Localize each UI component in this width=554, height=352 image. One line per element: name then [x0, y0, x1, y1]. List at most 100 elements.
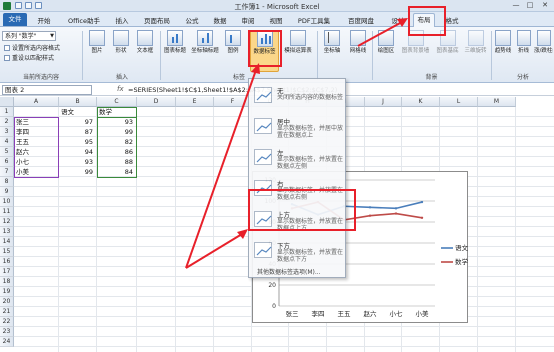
- menu-more-options[interactable]: 其他数据标签选项(M)...: [257, 267, 321, 276]
- row-header[interactable]: 9: [0, 187, 14, 197]
- row-header[interactable]: 21: [0, 307, 14, 317]
- chart-title-label: 图表标题: [163, 48, 186, 54]
- data-label-preview-icon: [254, 242, 272, 258]
- minimize-button[interactable]: —: [510, 1, 522, 10]
- tab-home[interactable]: 开始: [33, 15, 55, 27]
- data-point: [394, 212, 398, 215]
- reset-style-button[interactable]: 重设以匹配样式: [4, 54, 54, 63]
- gridlines-button[interactable]: 网格线: [346, 30, 370, 72]
- tab-view[interactable]: 视图: [266, 15, 286, 27]
- tab-pdf-tools[interactable]: PDF工具集: [294, 15, 334, 27]
- format-selection-button[interactable]: 设置所选内容格式: [4, 44, 60, 53]
- column-header[interactable]: B: [59, 97, 97, 107]
- menu-item[interactable]: 无关闭所选内容的数据标签: [251, 83, 345, 115]
- tab-review[interactable]: 审阅: [238, 15, 258, 27]
- chart-title-button[interactable]: 图表标题: [163, 30, 187, 72]
- tab-page-layout[interactable]: 页面布局: [140, 15, 174, 27]
- column-header[interactable]: A: [14, 97, 59, 107]
- chart-wall-button[interactable]: 图表背景墙: [399, 30, 432, 72]
- axis-titles-button[interactable]: 坐标轴标题: [189, 30, 221, 72]
- row-header[interactable]: 16: [0, 257, 14, 267]
- x-tick-label: 赵六: [364, 309, 378, 318]
- tab-formulas[interactable]: 公式: [182, 15, 202, 27]
- axis-titles-label: 坐标轴标题: [191, 48, 219, 54]
- column-header[interactable]: D: [137, 97, 176, 107]
- table-cell[interactable]: 97: [61, 117, 95, 127]
- menu-item[interactable]: 下方 显示数据标签，并放置在数据点下方: [251, 238, 345, 270]
- row-header[interactable]: 23: [0, 327, 14, 337]
- maximize-button[interactable]: □: [524, 1, 536, 10]
- textbox-button[interactable]: 文本框: [134, 30, 156, 72]
- row-header[interactable]: 3: [0, 127, 14, 137]
- data-label-preview-icon: [254, 87, 272, 103]
- selection-dropdown[interactable]: 系列 "数学" ▼: [2, 31, 56, 41]
- table-cell[interactable]: 93: [61, 157, 95, 167]
- data-table-button[interactable]: 模拟运算表: [281, 30, 315, 72]
- row-header[interactable]: 12: [0, 217, 14, 227]
- row-header[interactable]: 13: [0, 227, 14, 237]
- chart-floor-button[interactable]: 图表基底: [434, 30, 461, 72]
- row-header[interactable]: 14: [0, 237, 14, 247]
- row-header[interactable]: 17: [0, 267, 14, 277]
- legend-icon: [225, 30, 241, 46]
- column-header[interactable]: F: [214, 97, 252, 107]
- trendline-icon: [495, 30, 511, 46]
- updown-bars-label: 涨/跌柱线: [534, 48, 553, 54]
- row-header[interactable]: 10: [0, 197, 14, 207]
- lines-button[interactable]: 折线: [515, 30, 532, 72]
- group-divider: [491, 31, 492, 80]
- row-header[interactable]: 20: [0, 297, 14, 307]
- format-selection-label: 设置所选内容格式: [12, 45, 61, 52]
- column-header[interactable]: M: [478, 97, 516, 107]
- axes-button[interactable]: 坐标轴: [320, 30, 344, 72]
- column-header[interactable]: J: [365, 97, 402, 107]
- x-tick-label: 王五: [338, 310, 352, 318]
- tab-office-helper[interactable]: Office助手: [64, 15, 104, 27]
- column-header[interactable]: K: [402, 97, 440, 107]
- row-header[interactable]: 15: [0, 247, 14, 257]
- picture-icon: [89, 30, 105, 46]
- tab-baidu-netdisk[interactable]: 百度网盘: [344, 15, 378, 27]
- menu-item[interactable]: 左显示数据标签，并放置在数据点左侧: [251, 145, 345, 177]
- header-cell[interactable]: 语文: [61, 107, 95, 117]
- row-header[interactable]: 6: [0, 157, 14, 167]
- row-header[interactable]: 19: [0, 287, 14, 297]
- rotation-3d-button[interactable]: 三维旋转: [462, 30, 489, 72]
- row-header[interactable]: 4: [0, 137, 14, 147]
- shapes-button[interactable]: 形状: [110, 30, 132, 72]
- select-all-corner[interactable]: [0, 97, 14, 107]
- fx-icon[interactable]: fx: [117, 85, 124, 93]
- name-box[interactable]: 图表 2: [2, 85, 92, 95]
- close-button[interactable]: ✕: [539, 1, 551, 10]
- row-header[interactable]: 18: [0, 277, 14, 287]
- table-cell[interactable]: 95: [61, 137, 95, 147]
- picture-button[interactable]: 图片: [86, 30, 108, 72]
- tab-data[interactable]: 数据: [210, 15, 230, 27]
- values-range-highlight: [97, 117, 137, 178]
- tab-file[interactable]: 文件: [3, 13, 27, 26]
- trendline-label: 趋势线: [494, 48, 512, 54]
- column-header[interactable]: C: [97, 97, 137, 107]
- tab-design[interactable]: 设计: [388, 15, 408, 27]
- row-header[interactable]: 7: [0, 167, 14, 177]
- updown-bars-button[interactable]: 涨/跌柱线: [534, 30, 553, 72]
- row-header[interactable]: 5: [0, 147, 14, 157]
- menu-item[interactable]: 居中 显示数据标签，并居中放置在数据点上: [251, 114, 345, 146]
- legend-button[interactable]: 图例: [223, 30, 243, 72]
- row-header[interactable]: 22: [0, 317, 14, 327]
- tab-insert[interactable]: 插入: [112, 15, 132, 27]
- table-cell[interactable]: 94: [61, 147, 95, 157]
- row-header[interactable]: 1: [0, 107, 14, 117]
- column-header[interactable]: L: [440, 97, 478, 107]
- column-header[interactable]: E: [176, 97, 214, 107]
- row-header[interactable]: 8: [0, 177, 14, 187]
- table-cell[interactable]: 87: [61, 127, 95, 137]
- row-header[interactable]: 2: [0, 117, 14, 127]
- chart-title-icon: [167, 30, 183, 46]
- plot-area-button[interactable]: 绘图区: [374, 30, 398, 72]
- row-header[interactable]: 24: [0, 337, 14, 347]
- table-cell[interactable]: 99: [61, 167, 95, 177]
- row-header[interactable]: 11: [0, 207, 14, 217]
- axes-label: 坐标轴: [323, 48, 341, 54]
- trendline-button[interactable]: 趋势线: [493, 30, 513, 72]
